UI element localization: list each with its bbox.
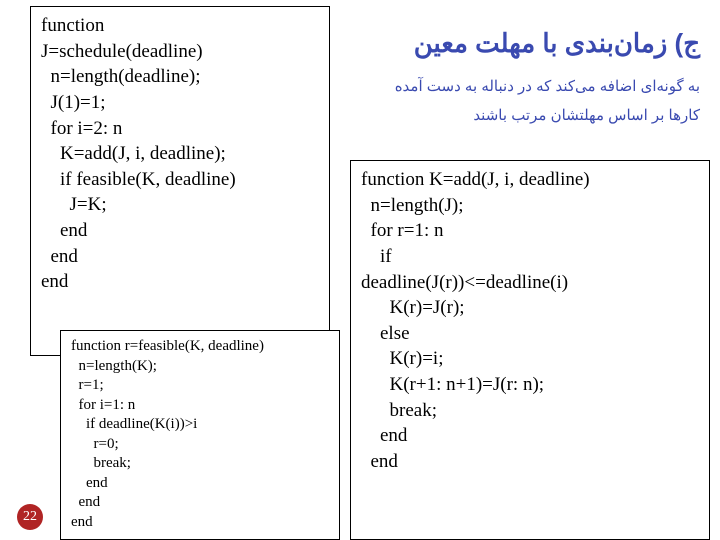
code-add: function K=add(J, i, deadline) n=length(… [361,167,699,475]
code-line: J=schedule(deadline) [41,41,203,62]
code-box-feasible: function r=feasible(K, deadline) n=lengt… [60,330,340,540]
code-line: n=length(K); [71,358,157,374]
code-line: function K=add(J, i, deadline) [361,169,590,190]
code-line: function [41,15,104,36]
code-line: J(1)=1; [41,92,106,113]
description-persian: به گونه‌ای اضافه می‌کند که در دنباله به … [360,73,700,130]
page-number: 22 [23,509,37,525]
code-line: for i=1: n [71,397,135,413]
code-line: function r=feasible(K, deadline) [71,338,264,354]
code-line: end [71,475,108,491]
code-line: break; [71,455,131,471]
code-line: r=0; [71,436,119,452]
code-line: deadline(J(r))<=deadline(i) [361,272,568,293]
code-line: end [41,220,87,241]
code-line: K(r)=J(r); [361,297,465,318]
code-line: end [71,494,100,510]
header-right: ج) زمان‌بندی با مهلت معین به گونه‌ای اضا… [360,28,700,130]
code-line: end [41,271,68,292]
code-line: K(r)=i; [361,348,443,369]
code-line: for r=1: n [361,220,443,241]
code-line: K(r+1: n+1)=J(r: n); [361,374,544,395]
code-line: end [71,514,93,530]
code-line: J=K; [41,194,107,215]
title-persian: ج) زمان‌بندی با مهلت معین [360,28,700,59]
code-line: break; [361,400,437,421]
code-line: end [361,451,398,472]
code-box-schedule: function J=schedule(deadline) n=length(d… [30,6,330,356]
code-line: n=length(J); [361,195,464,216]
code-line: n=length(deadline); [41,66,201,87]
code-line: end [41,246,78,267]
code-line: if deadline(K(i))>i [71,416,197,432]
code-line: if feasible(K, deadline) [41,169,236,190]
code-box-add: function K=add(J, i, deadline) n=length(… [350,160,710,540]
slide: ج) زمان‌بندی با مهلت معین به گونه‌ای اضا… [0,0,720,540]
code-line: end [361,425,407,446]
code-line: if [361,246,392,267]
page-number-badge: 22 [17,504,43,530]
code-schedule: function J=schedule(deadline) n=length(d… [41,13,319,295]
code-line: r=1; [71,377,104,393]
code-line: K=add(J, i, deadline); [41,143,226,164]
code-feasible: function r=feasible(K, deadline) n=lengt… [71,337,329,532]
code-line: else [361,323,410,344]
code-line: for i=2: n [41,118,122,139]
